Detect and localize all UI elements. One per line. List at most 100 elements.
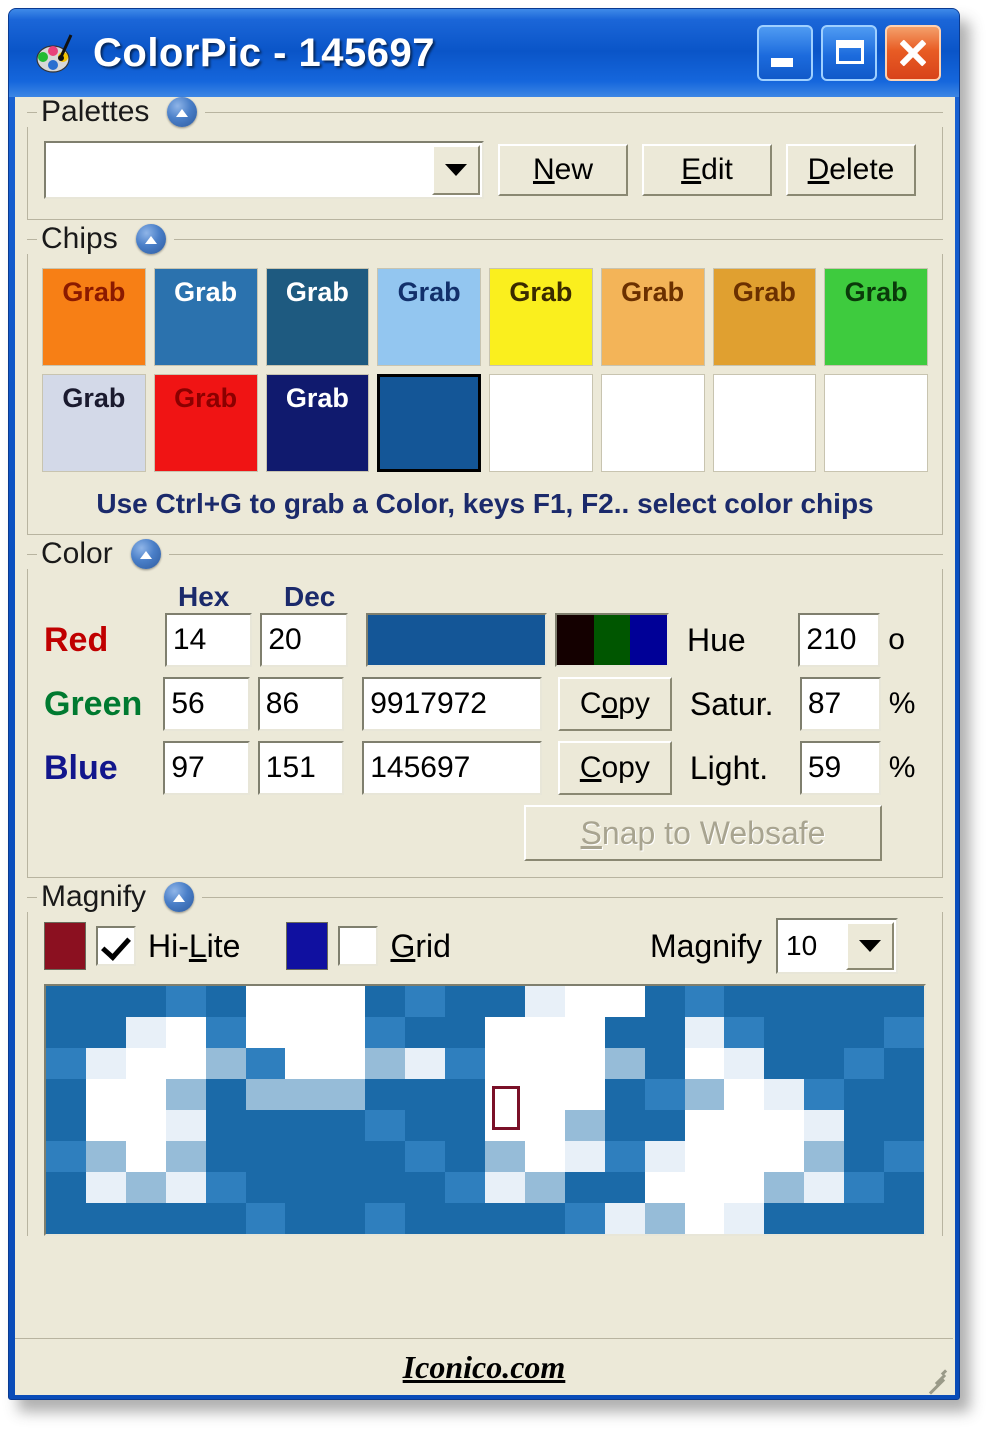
magnifier-pixel: [85, 1110, 126, 1141]
chevron-down-icon[interactable]: [432, 145, 480, 195]
color-chip[interactable]: Grab: [377, 268, 481, 366]
palettes-collapse-icon[interactable]: [167, 97, 198, 127]
decimal-value-input[interactable]: 9917972: [362, 677, 542, 731]
close-button[interactable]: [885, 25, 941, 81]
magnifier-pixel: [684, 986, 725, 1017]
magnifier-pixel: [724, 1079, 765, 1110]
chip-grab-label: Grab: [397, 277, 461, 307]
magnifier-pixel: [684, 1017, 725, 1048]
magnifier-preview[interactable]: [44, 984, 926, 1236]
color-chip[interactable]: Grab: [712, 268, 817, 366]
color-chip[interactable]: Grab: [42, 268, 146, 366]
magnifier-pixel: [604, 1141, 645, 1172]
copy-decimal-button[interactable]: Co py: [557, 677, 672, 731]
magnifier-pixel: [46, 1017, 86, 1048]
color-chip[interactable]: Grab: [42, 374, 146, 472]
website-link[interactable]: Iconico.com: [403, 1349, 566, 1386]
red-dec-input[interactable]: 20: [260, 613, 348, 667]
color-collapse-icon[interactable]: [130, 539, 161, 569]
magnifier-pixel: [804, 986, 845, 1017]
magnifier-pixel: [285, 1048, 326, 1079]
magnifier-pixel: [205, 1172, 246, 1203]
magnifier-pixel: [524, 1203, 565, 1234]
green-dec-input[interactable]: 86: [257, 677, 345, 731]
resize-grip-icon[interactable]: [921, 1365, 948, 1395]
color-column-headers: Hex Dec: [172, 579, 926, 613]
palette-select[interactable]: [44, 141, 484, 199]
magnifier-pixel: [764, 1141, 805, 1172]
blue-dec-input[interactable]: 151: [257, 741, 345, 795]
saturation-input[interactable]: 87: [799, 677, 881, 731]
magnifier-pixel: [684, 1110, 725, 1141]
magnifier-pixel: [46, 1141, 86, 1172]
magnifier-pixel: [644, 1017, 685, 1048]
dec-column-header: Dec: [284, 581, 336, 612]
red-hex-input[interactable]: 14: [164, 613, 253, 667]
green-hex-input[interactable]: 56: [163, 677, 250, 731]
hilite-color-swatch[interactable]: [44, 922, 86, 970]
magnifier-pixel: [804, 1203, 845, 1234]
color-chip[interactable]: Grab: [265, 268, 370, 366]
chips-collapse-icon[interactable]: [135, 224, 166, 254]
magnifier-pixel: [844, 1048, 885, 1079]
magnifier-pixel: [405, 1079, 446, 1110]
color-chip[interactable]: Grab: [153, 374, 258, 472]
magnifier-pixel: [365, 1017, 406, 1048]
magnifier-pixel: [165, 986, 206, 1017]
maximize-button[interactable]: [821, 25, 877, 81]
color-chip[interactable]: [377, 374, 482, 472]
magnifier-pixel: [724, 1203, 765, 1234]
maximize-icon: [836, 40, 864, 64]
color-chip[interactable]: [824, 374, 929, 472]
color-chip[interactable]: Grab: [824, 268, 928, 366]
magnifier-pixel: [85, 1172, 126, 1203]
hex-value-input[interactable]: 145697: [362, 741, 542, 795]
window-title: ColorPic - 145697: [93, 30, 435, 75]
chips-group-header: Chips: [27, 224, 943, 254]
magnifier-pixel: [125, 1079, 166, 1110]
color-chip[interactable]: [712, 374, 817, 472]
lightness-input[interactable]: 59: [799, 741, 881, 795]
title-bar[interactable]: ColorPic - 145697: [9, 9, 959, 97]
chevron-down-icon[interactable]: [846, 922, 894, 970]
color-chip[interactable]: Grab: [153, 268, 258, 366]
magnifier-pixel: [205, 1079, 246, 1110]
magnifier-pixel: [684, 1048, 725, 1079]
hue-input[interactable]: 210: [798, 613, 881, 667]
new-palette-button[interactable]: New: [498, 144, 628, 196]
grid-color-swatch[interactable]: [286, 922, 329, 970]
saturation-unit: %: [888, 687, 916, 720]
grid-checkbox[interactable]: [338, 926, 379, 966]
magnifier-pixel: [125, 986, 166, 1017]
copy-hex-button[interactable]: Copy: [557, 741, 672, 795]
palettes-group-header: Palettes: [27, 97, 943, 127]
chips-row-2: Grab Grab Grab: [42, 374, 929, 472]
minimize-button[interactable]: [757, 25, 813, 81]
color-chip[interactable]: [489, 374, 593, 472]
magnifier-pixel: [285, 1203, 326, 1234]
magnifier-pixel: [85, 1141, 126, 1172]
hilite-checkbox[interactable]: [96, 926, 136, 966]
magnifier-pixel: [365, 1141, 406, 1172]
magnifier-pixel: [564, 1172, 605, 1203]
magnifier-pixel: [485, 1203, 525, 1234]
color-chip[interactable]: Grab: [265, 374, 370, 472]
magnifier-pixel: [564, 986, 605, 1017]
magnifier-pixel: [46, 986, 86, 1017]
edit-palette-button[interactable]: Edit: [642, 144, 772, 196]
magnifier-pixel: [445, 986, 485, 1017]
blue-hex-input[interactable]: 97: [163, 741, 250, 795]
magnifier-pixel: [245, 1110, 286, 1141]
magnifier-pixel: [644, 1110, 685, 1141]
color-chip[interactable]: Grab: [489, 268, 593, 366]
blue-label: Blue: [44, 748, 118, 787]
magnify-collapse-icon[interactable]: [164, 882, 195, 912]
delete-palette-button[interactable]: Delete: [786, 144, 916, 196]
color-chip[interactable]: Grab: [600, 268, 705, 366]
snap-to-websafe-button[interactable]: Snap to Websafe: [524, 805, 882, 861]
magnify-level-select[interactable]: 10: [776, 918, 898, 974]
magnifier-pixel: [844, 1079, 885, 1110]
magnifier-pixel: [844, 1110, 885, 1141]
color-chip[interactable]: [600, 374, 705, 472]
magnifier-pixel: [165, 1110, 206, 1141]
